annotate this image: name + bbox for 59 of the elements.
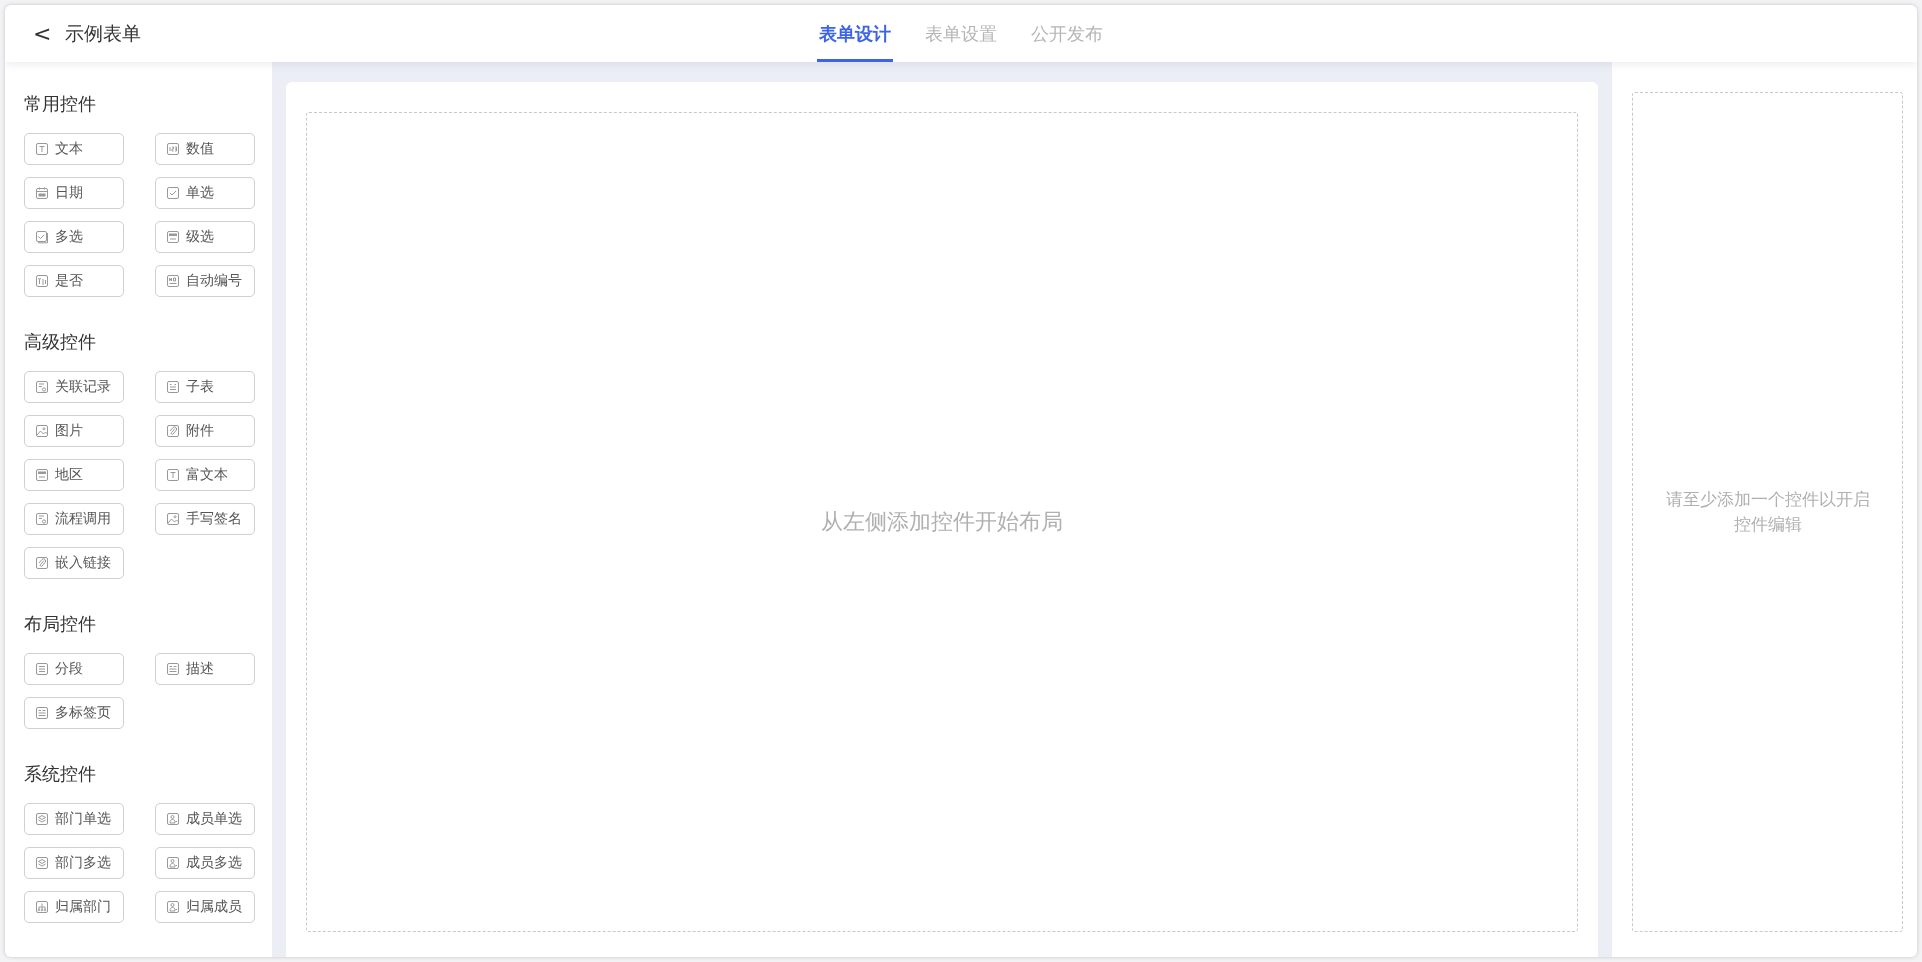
section-title: 高级控件 [24,330,97,354]
control-item[interactable]: 附件 [155,415,255,447]
number-icon [166,142,180,156]
window-icon [166,230,180,244]
calendar-icon [35,186,49,200]
control-item[interactable]: 子表 [155,371,255,403]
control-item[interactable]: 日期 [24,177,124,209]
checkbox-icon [166,186,180,200]
control-item[interactable]: 流程调用 [24,503,124,535]
control-item[interactable]: 手写签名 [155,503,255,535]
control-item[interactable]: 关联记录 [24,371,124,403]
serial-icon [166,274,180,288]
control-item[interactable]: 是否 [24,265,124,297]
drop-zone: 从左侧添加控件开始布局 [306,112,1578,932]
section-title: 系统控件 [24,762,97,786]
link-icon [35,380,49,394]
text-icon [35,142,49,156]
person-icon [166,812,180,826]
control-item[interactable]: 成员多选 [155,847,255,879]
section-title: 布局控件 [24,612,97,636]
control-item[interactable]: 部门单选 [24,803,124,835]
form-title: 示例表单 [65,20,142,46]
table-icon [166,380,180,394]
document-icon [35,706,49,720]
org-chart-icon [35,900,49,914]
control-item[interactable]: 部门多选 [24,847,124,879]
person-icon [166,856,180,870]
control-item[interactable]: 归属部门 [24,891,124,923]
control-item[interactable]: 归属成员 [155,891,255,923]
window-icon [35,468,49,482]
control-item[interactable]: 成员单选 [155,803,255,835]
control-item[interactable]: 嵌入链接 [24,547,124,579]
properties-panel: 请至少添加一个控件以开启控件编辑 [1632,92,1903,932]
control-item[interactable]: 多标签页 [24,697,124,729]
paperclip-icon [166,424,180,438]
image-icon [35,424,49,438]
document-icon [166,662,180,676]
control-item[interactable]: 单选 [155,177,255,209]
control-item[interactable]: 文本 [24,133,124,165]
back-button[interactable]: < [27,21,58,46]
section-icon [35,662,49,676]
link-icon [35,512,49,526]
control-item[interactable]: 描述 [155,653,255,685]
paperclip-icon [35,556,49,570]
control-item[interactable]: 多选 [24,221,124,253]
layers-icon [35,812,49,826]
checkbox-icon [35,230,49,244]
control-item[interactable]: 自动编号 [155,265,255,297]
control-item[interactable]: 地区 [24,459,124,491]
person-icon [166,900,180,914]
control-item[interactable]: 富文本 [155,459,255,491]
section-title: 常用控件 [24,92,97,116]
control-item[interactable]: 级选 [155,221,255,253]
text-icon [166,468,180,482]
control-item[interactable]: 分段 [24,653,124,685]
control-item[interactable]: 图片 [24,415,124,447]
control-item[interactable]: 数值 [155,133,255,165]
layers-icon [35,856,49,870]
image-icon [166,512,180,526]
